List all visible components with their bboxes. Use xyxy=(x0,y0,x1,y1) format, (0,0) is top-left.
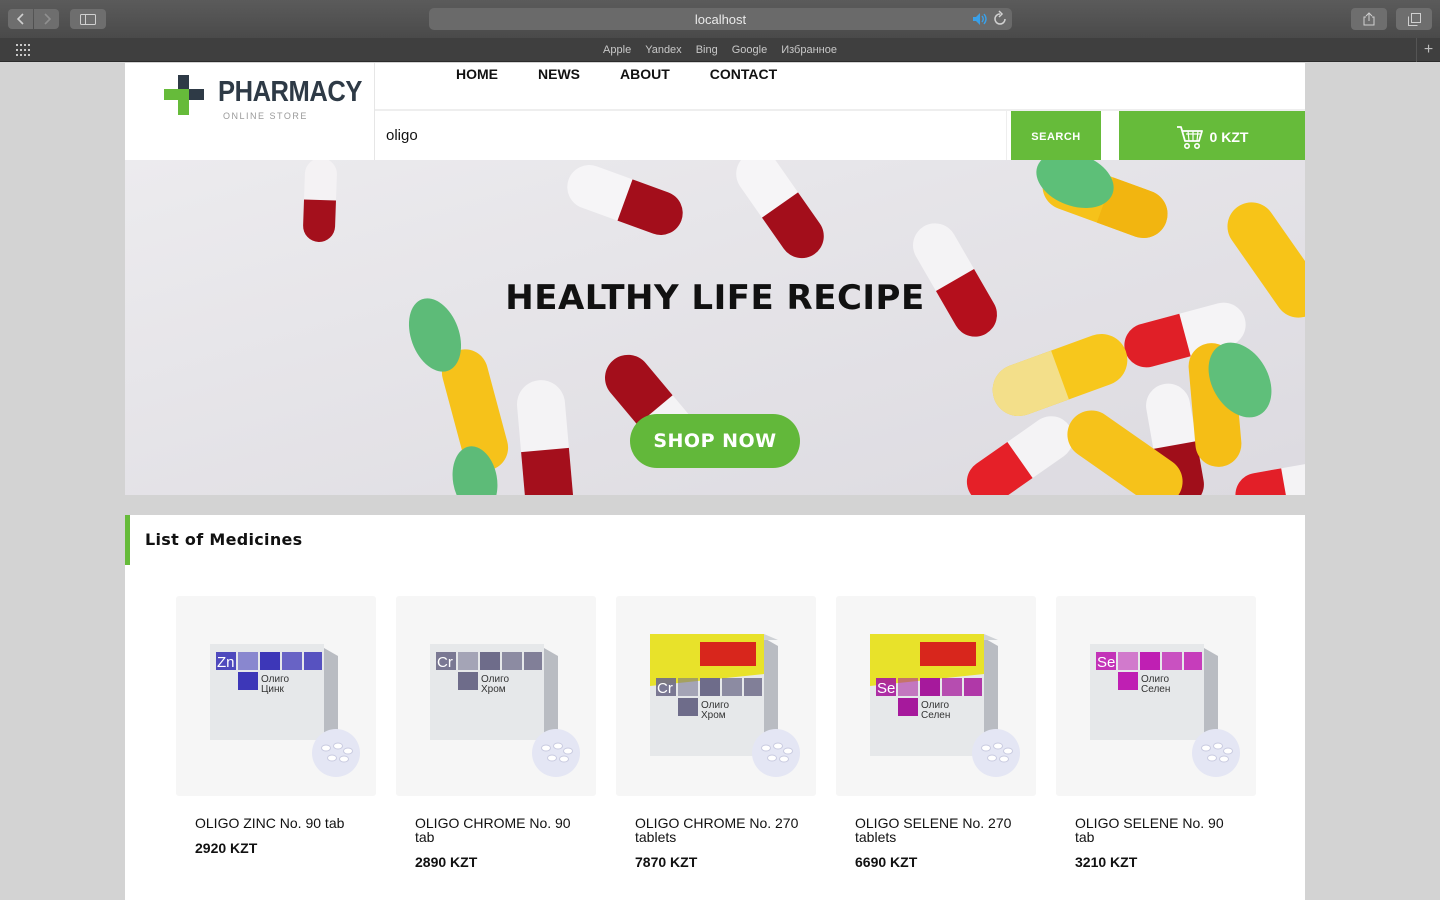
product-image[interactable]: Se Олиго Селен xyxy=(1056,596,1256,796)
medical-cross-icon xyxy=(164,75,204,115)
logo-title: PHARMACY xyxy=(218,76,362,108)
share-button[interactable] xyxy=(1351,8,1387,30)
site-header: PHARMACY ONLINE STORE HOME NEWS ABOUT CO… xyxy=(125,63,1305,162)
favorites-bar: Apple Yandex Bing Google Избранное + xyxy=(0,38,1440,62)
site-logo[interactable]: PHARMACY ONLINE STORE xyxy=(125,63,375,160)
nav-home[interactable]: HOME xyxy=(456,66,498,82)
box-label-line-2: Хром xyxy=(481,684,506,695)
product-price: 3210 KZT xyxy=(1075,854,1138,870)
shop-now-button[interactable]: SHOP NOW xyxy=(630,414,800,468)
speaker-icon[interactable] xyxy=(971,10,989,28)
product-card[interactable]: Se Олиго Селен OLIGO SELENE No. 90 tab 321… xyxy=(1056,596,1256,870)
product-price: 6690 KZT xyxy=(855,854,918,870)
medicine-box-illustration: SeОлигоСелен xyxy=(1090,644,1240,777)
box-element-symbol: Zn xyxy=(217,654,235,671)
product-card[interactable]: Cr Олиго Хром OLIGO CHROME No. 90 tab 2890… xyxy=(396,596,596,870)
box-element-symbol: Cr xyxy=(437,654,453,671)
chevron-left-icon xyxy=(16,13,24,25)
forward-button[interactable] xyxy=(34,9,59,29)
search-button[interactable]: SEARCH xyxy=(1011,111,1101,162)
share-icon xyxy=(1363,12,1375,26)
section-header: List of Medicines xyxy=(125,515,1305,565)
web-page: PHARMACY ONLINE STORE HOME NEWS ABOUT CO… xyxy=(125,63,1305,900)
product-image[interactable]: Zn Олиго Цинк xyxy=(176,596,376,796)
product-image[interactable]: Se Олиго Селен xyxy=(836,596,1036,796)
chevron-right-icon xyxy=(43,13,51,25)
product-card[interactable]: Zn Олиго Цинк OLIGO ZINC No. 90 tab 2920 K… xyxy=(176,596,376,870)
box-label-line-2: Хром xyxy=(701,710,726,721)
sidebar-toggle-button[interactable] xyxy=(70,9,106,29)
product-price: 2920 KZT xyxy=(195,840,258,856)
product-card[interactable]: Cr Олиго Хром OLIGO CHROME No. 270 tablets… xyxy=(616,596,816,870)
reload-icon[interactable] xyxy=(992,10,1008,28)
logo-subtitle: ONLINE STORE xyxy=(223,111,308,121)
product-name[interactable]: OLIGO SELENE No. 90 tab xyxy=(1056,816,1256,844)
box-label-line-2: Цинк xyxy=(261,684,285,695)
back-button[interactable] xyxy=(8,9,33,29)
hero-title: HEALTHY LIFE RECIPE xyxy=(505,278,925,318)
product-image[interactable]: Cr Олиго Хром xyxy=(396,596,596,796)
plus-icon: + xyxy=(1423,41,1434,58)
product-image[interactable]: Cr Олиго Хром xyxy=(616,596,816,796)
new-tab-button[interactable]: + xyxy=(1416,38,1440,62)
medicine-box-illustration: SeОлигоСелен xyxy=(870,634,1020,777)
box-element-symbol: Se xyxy=(1097,654,1115,671)
favorite-bing[interactable]: Bing xyxy=(696,44,718,56)
nav-contact[interactable]: CONTACT xyxy=(710,66,777,82)
product-name[interactable]: OLIGO ZINC No. 90 tab xyxy=(176,816,376,830)
sidebar-icon xyxy=(80,13,96,25)
nav-news[interactable]: NEWS xyxy=(538,66,580,82)
hero-banner: HEALTHY LIFE RECIPE SHOP NOW xyxy=(125,160,1305,495)
favorite-apple[interactable]: Apple xyxy=(603,44,631,56)
medicine-box-illustration: ZnОлигоЦинк xyxy=(210,644,360,777)
product-card[interactable]: Se Олиго Селен OLIGO SELENE No. 270 tablet… xyxy=(836,596,1036,870)
favorite-google[interactable]: Google xyxy=(732,44,767,56)
product-name[interactable]: OLIGO CHROME No. 90 tab xyxy=(396,816,596,844)
box-label-line-2: Селен xyxy=(1141,684,1170,695)
medicines-section: List of Medicines Zn Олиго Цинк OLIGO ZINC… xyxy=(125,515,1305,900)
shopping-cart-icon xyxy=(1176,125,1203,149)
cart-button[interactable]: 0 KZT xyxy=(1119,111,1305,162)
nav-about[interactable]: ABOUT xyxy=(620,66,670,82)
product-name[interactable]: OLIGO CHROME No. 270 tablets xyxy=(616,816,816,844)
medicine-box-illustration: CrОлигоХром xyxy=(650,634,800,777)
url-text: localhost xyxy=(694,11,747,27)
tabs-icon xyxy=(1407,12,1421,26)
product-name[interactable]: OLIGO SELENE No. 270 tablets xyxy=(836,816,1036,844)
address-bar[interactable]: localhost xyxy=(429,8,1012,30)
main-nav: HOME NEWS ABOUT CONTACT xyxy=(456,66,777,82)
box-element-symbol: Cr xyxy=(657,680,673,697)
product-price: 2890 KZT xyxy=(415,854,478,870)
search-input[interactable] xyxy=(375,111,1007,160)
search-bar: SEARCH 0 KZT xyxy=(375,109,1305,162)
tab-overview-button[interactable] xyxy=(1396,8,1432,30)
box-element-symbol: Se xyxy=(877,680,895,697)
medicine-box-illustration: CrОлигоХром xyxy=(430,644,580,777)
favorite-yandex[interactable]: Yandex xyxy=(645,44,682,56)
product-grid: Zn Олиго Цинк OLIGO ZINC No. 90 tab 2920 K… xyxy=(176,596,1256,870)
browser-toolbar: localhost xyxy=(0,0,1440,38)
product-price: 7870 KZT xyxy=(635,854,698,870)
favorite-izbrannoe[interactable]: Избранное xyxy=(781,44,837,56)
box-label-line-2: Селен xyxy=(921,710,950,721)
cart-total: 0 KZT xyxy=(1209,128,1249,145)
section-title: List of Medicines xyxy=(145,530,303,549)
